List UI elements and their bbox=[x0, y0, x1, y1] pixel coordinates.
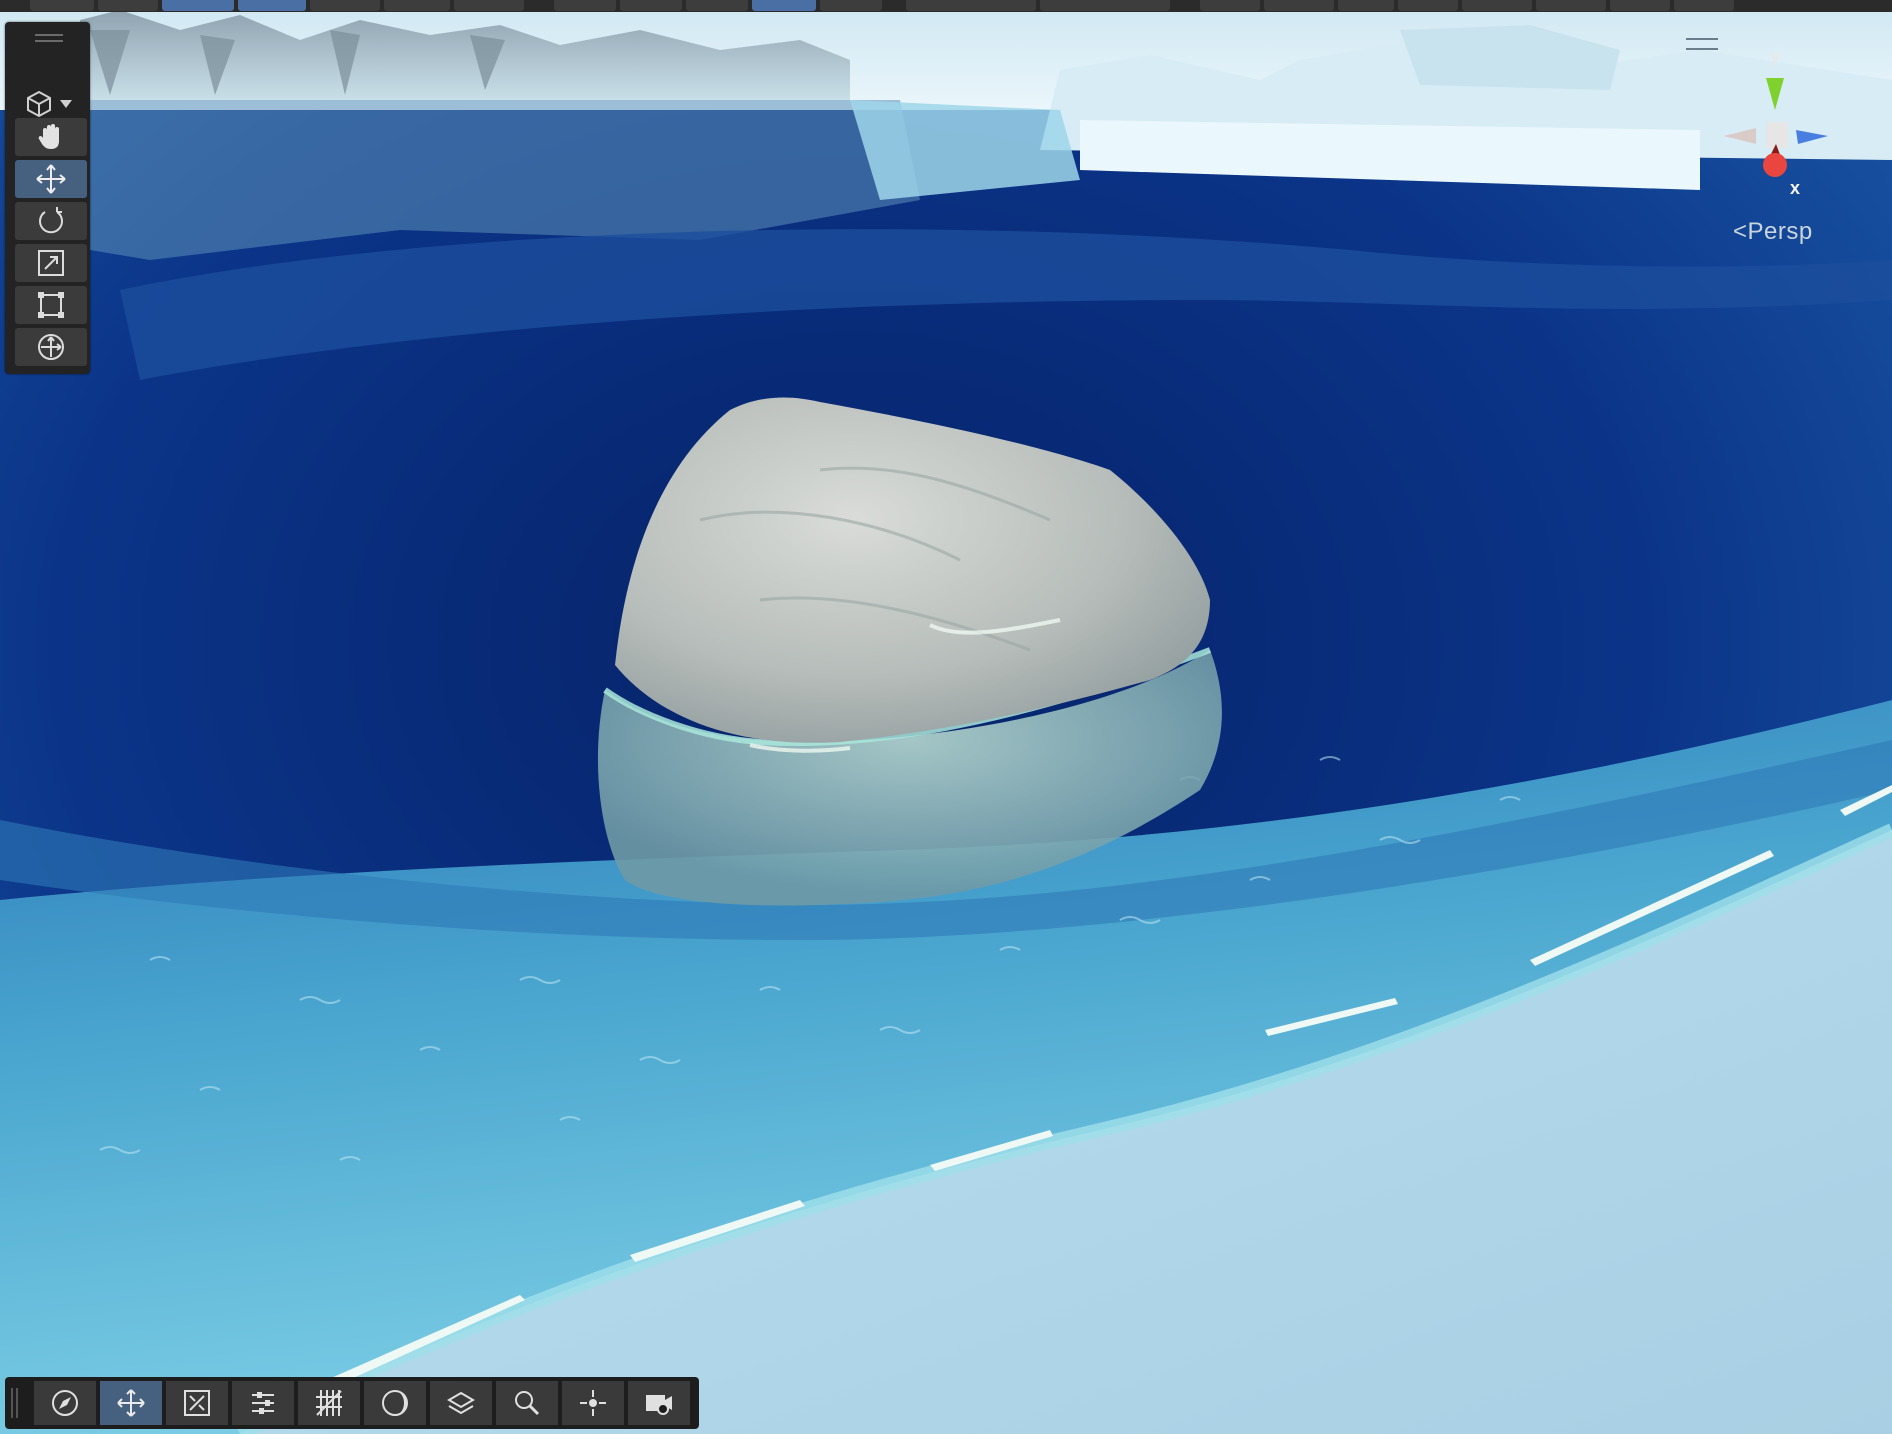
moon-icon bbox=[382, 1390, 408, 1416]
scale-tool-button[interactable] bbox=[15, 244, 87, 282]
top-toolbar-button[interactable] bbox=[686, 0, 748, 11]
rotate-icon bbox=[39, 207, 63, 234]
top-toolbar-button[interactable] bbox=[1462, 0, 1532, 11]
gizmo-y-axis[interactable] bbox=[1766, 78, 1784, 110]
rect-transform-icon bbox=[38, 292, 64, 318]
transform-icon bbox=[38, 334, 64, 360]
search-icon bbox=[515, 1391, 540, 1416]
top-toolbar-button[interactable] bbox=[1398, 0, 1458, 11]
panel-grip[interactable] bbox=[35, 34, 63, 36]
top-toolbar-button[interactable] bbox=[752, 0, 816, 11]
top-toolbar-button[interactable] bbox=[1674, 0, 1734, 11]
transform-tool-button[interactable] bbox=[15, 328, 87, 366]
snap-icon bbox=[184, 1390, 210, 1416]
top-toolbar-button[interactable] bbox=[162, 0, 234, 11]
gizmo-y-label: y bbox=[1770, 46, 1781, 66]
tools-panel bbox=[5, 22, 90, 374]
compass-icon bbox=[52, 1390, 78, 1416]
top-toolbar-button[interactable] bbox=[1040, 0, 1170, 11]
panel-grip[interactable] bbox=[35, 40, 63, 42]
gizmo-x-label: x bbox=[1790, 178, 1801, 198]
projection-label: Persp bbox=[1747, 218, 1813, 245]
grid-icon bbox=[316, 1390, 342, 1416]
gizmo-neg-x-axis[interactable] bbox=[1724, 128, 1756, 144]
top-toolbar-button[interactable] bbox=[906, 0, 1036, 11]
layers-button[interactable] bbox=[430, 1381, 492, 1425]
chevron-down-icon bbox=[60, 100, 72, 108]
top-toolbar-button[interactable] bbox=[1338, 0, 1394, 11]
top-toolbar-button[interactable] bbox=[1264, 0, 1334, 11]
move-tool-button[interactable] bbox=[15, 160, 87, 198]
top-toolbar-button[interactable] bbox=[820, 0, 882, 11]
top-toolbar-button[interactable] bbox=[1200, 0, 1260, 11]
overlay-toolbar bbox=[5, 1377, 699, 1429]
gizmo-center-cube[interactable] bbox=[1766, 122, 1788, 148]
scene-top-toolbar bbox=[0, 0, 1892, 12]
chevron-left-icon: < bbox=[1733, 218, 1748, 245]
cube-icon bbox=[27, 90, 51, 118]
scale-icon bbox=[38, 250, 64, 276]
projection-toggle[interactable]: <Persp bbox=[1733, 218, 1813, 246]
move-snap-button[interactable] bbox=[100, 1381, 162, 1425]
hand-icon bbox=[38, 124, 59, 149]
gizmo-menu-icon[interactable] bbox=[1686, 38, 1718, 50]
pivot-button[interactable] bbox=[562, 1381, 624, 1425]
top-toolbar-button[interactable] bbox=[30, 0, 94, 11]
camera-icon bbox=[646, 1395, 672, 1415]
top-toolbar-button[interactable] bbox=[454, 0, 524, 11]
settings-button[interactable] bbox=[232, 1381, 294, 1425]
camera-button[interactable] bbox=[628, 1381, 690, 1425]
search-button[interactable] bbox=[496, 1381, 558, 1425]
hand-tool-button[interactable] bbox=[15, 118, 87, 156]
view-options-dropdown[interactable] bbox=[17, 86, 81, 122]
gizmo-x-axis[interactable] bbox=[1763, 153, 1787, 177]
layers-icon bbox=[447, 1391, 475, 1415]
top-toolbar-button[interactable] bbox=[384, 0, 450, 11]
orientation-button[interactable] bbox=[34, 1381, 96, 1425]
grid-button[interactable] bbox=[298, 1381, 360, 1425]
top-toolbar-button[interactable] bbox=[554, 0, 616, 11]
rect-tool-button[interactable] bbox=[15, 286, 87, 324]
top-toolbar-button[interactable] bbox=[620, 0, 682, 11]
top-toolbar-button[interactable] bbox=[238, 0, 306, 11]
rotate-tool-button[interactable] bbox=[15, 202, 87, 240]
scene-viewport[interactable]: y x <Persp bbox=[0, 0, 1892, 1434]
top-toolbar-button[interactable] bbox=[98, 0, 158, 11]
top-toolbar-button[interactable] bbox=[1536, 0, 1606, 11]
move-icon bbox=[36, 164, 66, 194]
move-arrows-icon bbox=[117, 1389, 145, 1417]
snap-button[interactable] bbox=[166, 1381, 228, 1425]
top-toolbar-button[interactable] bbox=[310, 0, 380, 11]
top-toolbar-button[interactable] bbox=[1610, 0, 1670, 11]
lighting-button[interactable] bbox=[364, 1381, 426, 1425]
sliders-icon bbox=[252, 1392, 274, 1414]
gizmo-z-axis[interactable] bbox=[1796, 130, 1828, 144]
scene-render bbox=[0, 0, 1892, 1434]
toolbar-grip[interactable] bbox=[11, 1388, 18, 1418]
pivot-icon bbox=[580, 1390, 606, 1416]
